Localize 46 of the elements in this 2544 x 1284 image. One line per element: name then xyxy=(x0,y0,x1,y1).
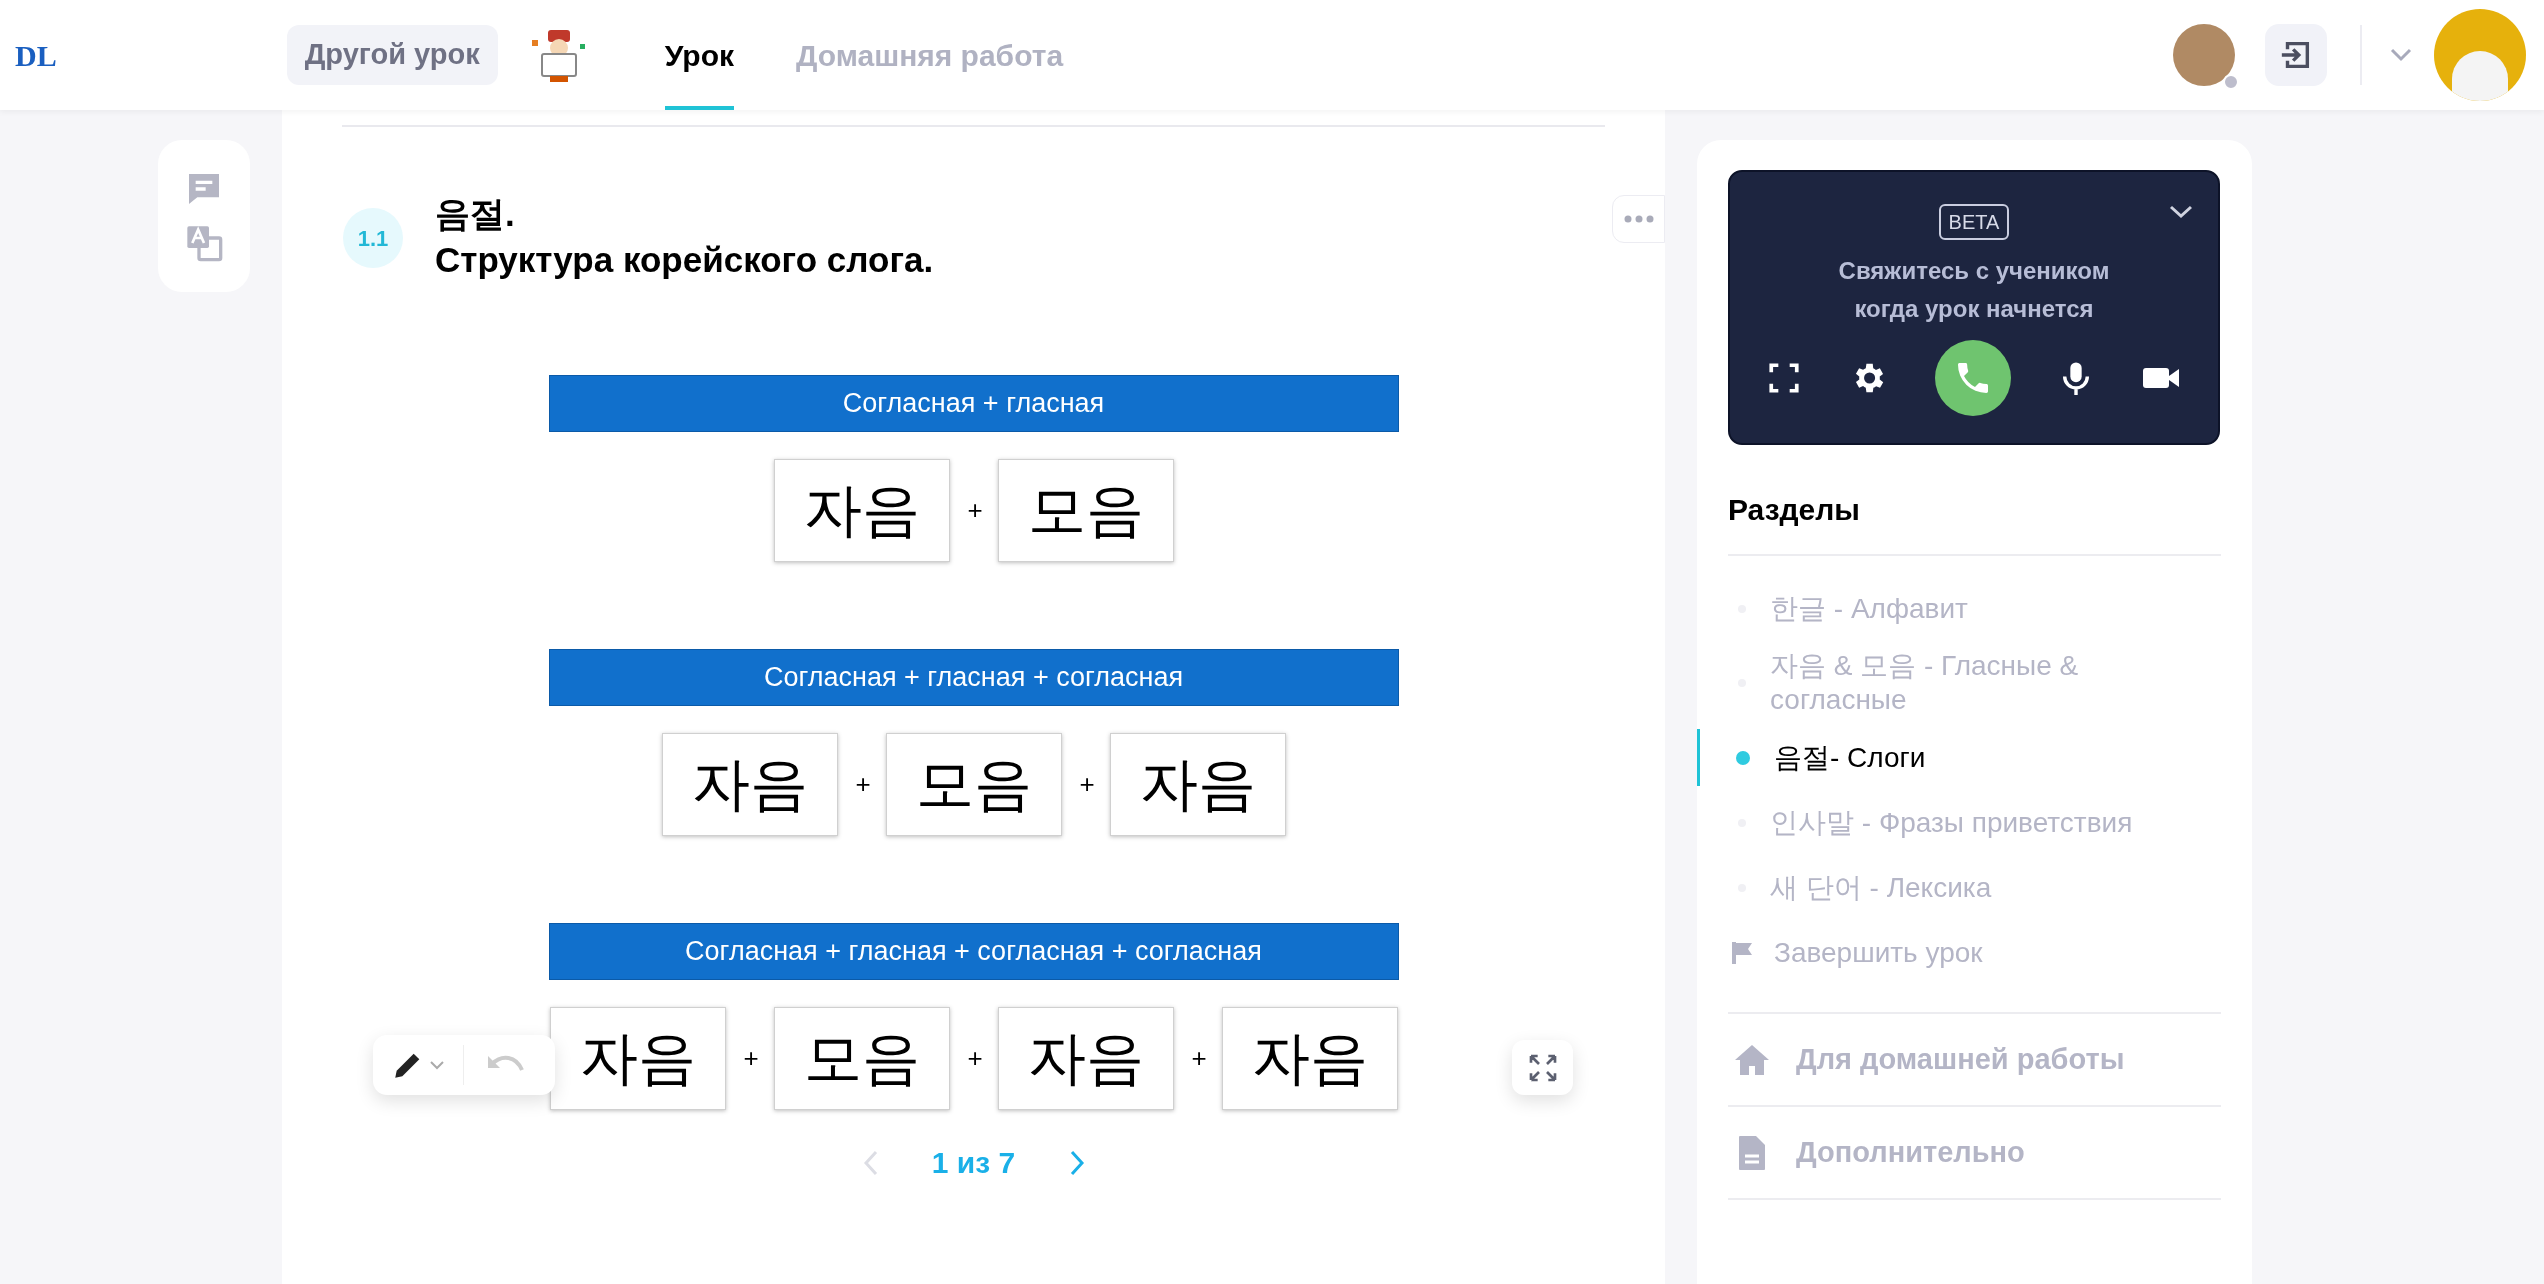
diagram-caption: Согласная + гласная + согласная xyxy=(548,649,1399,706)
tab[interactable]: Домашняя работа xyxy=(796,0,1064,110)
syllable-card: 자음 xyxy=(549,1007,726,1110)
fullscreen-button[interactable] xyxy=(1512,1040,1573,1095)
plus-sign: + xyxy=(1191,1042,1204,1075)
syllable-card: 자음 xyxy=(773,459,950,562)
section-item[interactable]: 자음 & 모음 - Гласные & согласные xyxy=(1770,649,2170,717)
other-lesson-button[interactable]: Другой урок xyxy=(286,25,498,85)
document-icon xyxy=(1737,1133,1767,1172)
flag-icon xyxy=(1732,940,1754,966)
plus-sign: + xyxy=(743,1042,756,1075)
section-item[interactable]: 한글 - Алфавит xyxy=(1770,591,2170,626)
plus-sign: + xyxy=(967,494,980,527)
section-title: 음절. Структура корейского слога. xyxy=(435,193,934,281)
section-item[interactable]: 인사말 - Фразы приветствия xyxy=(1770,805,2170,840)
sections-heading: Разделы xyxy=(1728,492,1861,528)
syllable-card: 자음 xyxy=(1109,733,1286,836)
section-item[interactable]: 새 단어 - Лексика xyxy=(1770,870,2170,905)
syllable-card: 자음 xyxy=(997,1007,1174,1110)
beta-badge: BETA xyxy=(1938,204,2010,240)
call-message: Свяжитесь с учеником когда урок начнется xyxy=(1837,256,2111,324)
enter-button[interactable] xyxy=(2265,24,2327,86)
more-icon xyxy=(1623,215,1654,223)
finish-lesson-link[interactable]: Завершить урок xyxy=(1774,932,1983,974)
page-indicator: 1 из 7 xyxy=(930,1145,1017,1181)
syllable-card: 모음 xyxy=(773,1007,950,1110)
section-link[interactable]: Для домашней работы xyxy=(1796,1037,2125,1082)
plus-sign: + xyxy=(1079,768,1092,801)
diagram-caption: Согласная + гласная + согласная + согласная xyxy=(548,923,1399,980)
fullscreen-icon[interactable] xyxy=(1767,361,1801,395)
syllable-card: 모음 xyxy=(885,733,1062,836)
syllable-card: 자음 xyxy=(661,733,838,836)
translate-icon[interactable] xyxy=(184,223,224,263)
section-link[interactable]: Дополнительно xyxy=(1796,1130,2025,1175)
syllable-card: 모음 xyxy=(997,459,1174,562)
more-button[interactable] xyxy=(1612,195,1665,243)
next-page-icon[interactable] xyxy=(1068,1149,1085,1176)
section-item[interactable]: 음절- Слоги xyxy=(1774,740,2174,775)
logo[interactable]: DL xyxy=(15,32,57,78)
home-icon xyxy=(1733,1042,1771,1077)
plus-sign: + xyxy=(967,1042,980,1075)
section-number: 1.1 xyxy=(343,208,403,268)
diagram-caption: Согласная + гласная xyxy=(548,375,1399,432)
plus-sign: + xyxy=(855,768,868,801)
chevron-down-icon[interactable] xyxy=(2168,204,2194,220)
syllable-card: 자음 xyxy=(1221,1007,1398,1110)
